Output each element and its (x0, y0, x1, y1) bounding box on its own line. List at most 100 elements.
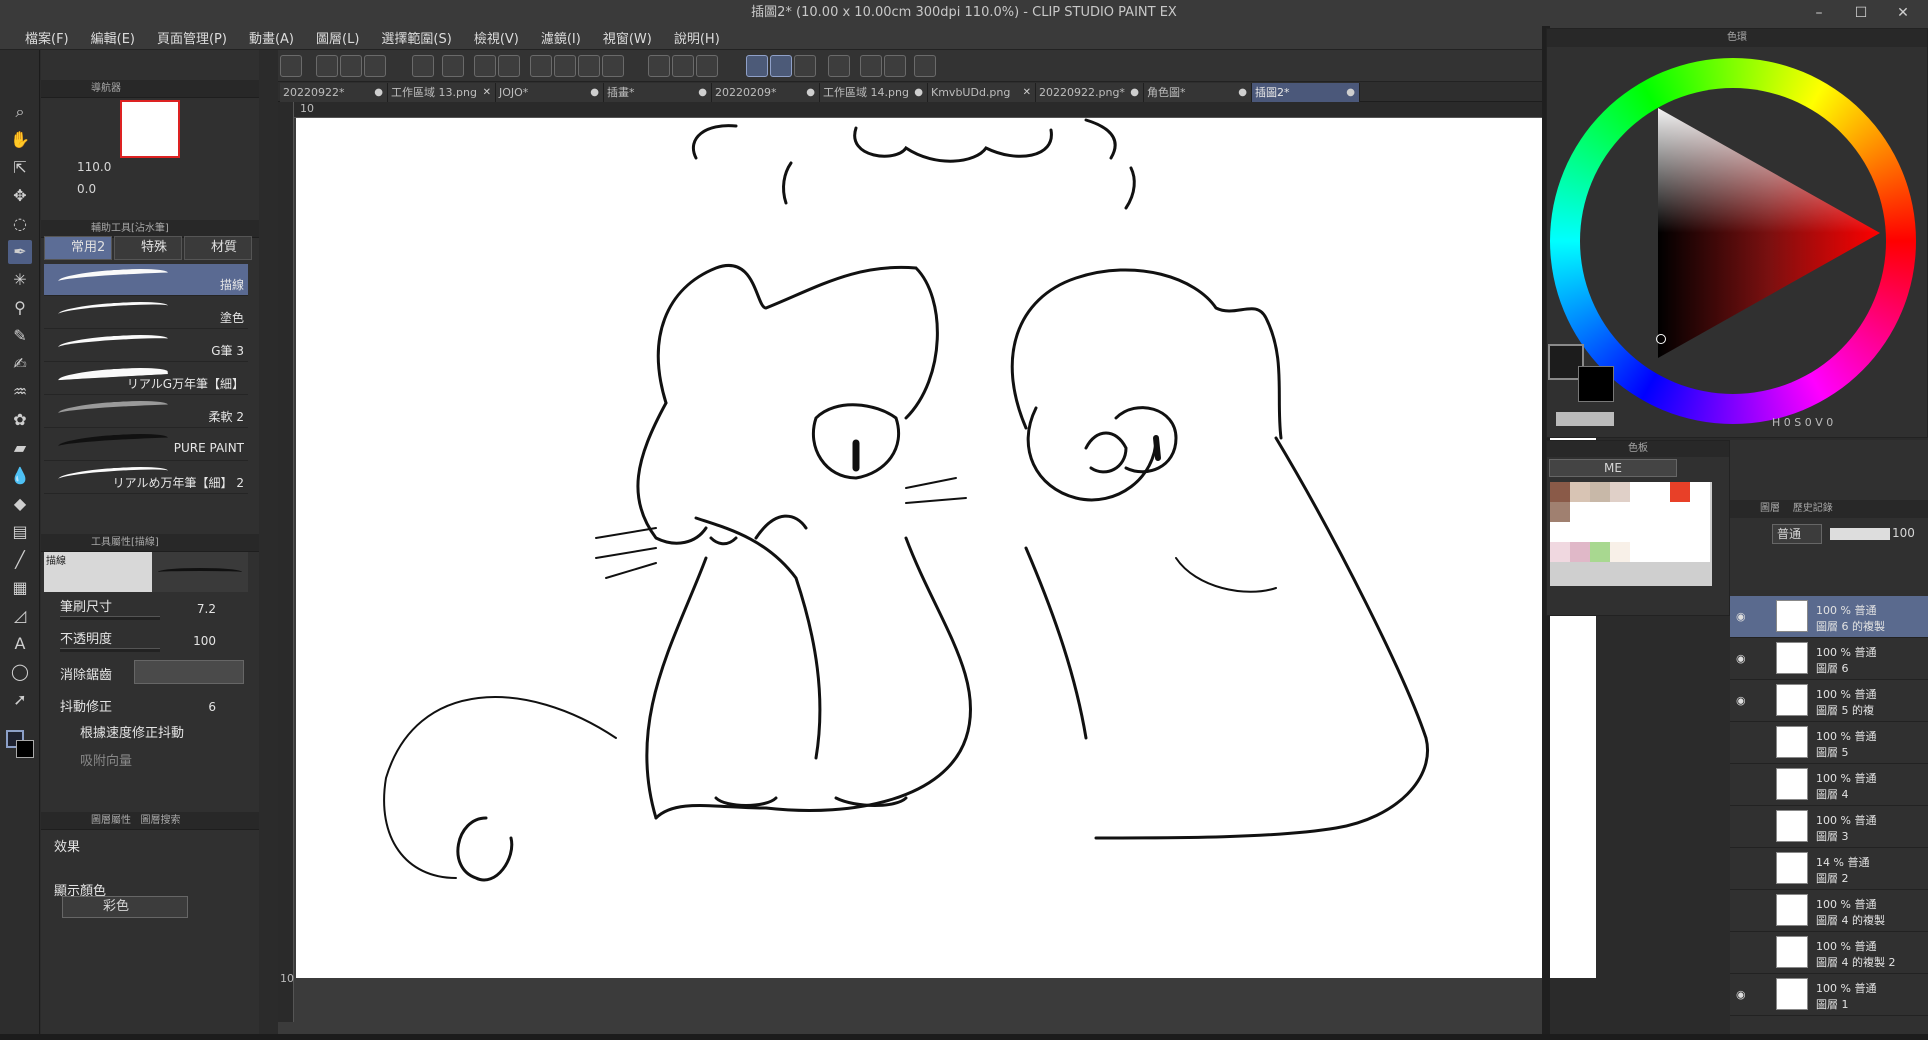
operation-tool-icon[interactable]: ⇱ (8, 156, 32, 180)
menu-help[interactable]: 說明(H) (663, 28, 731, 47)
layer-row[interactable]: 100 % 普通 圖層 4 的複製 (1730, 890, 1928, 932)
move-layer-tool-icon[interactable]: ✥ (8, 184, 32, 208)
visibility-eye-icon[interactable]: ◉ (1736, 652, 1746, 665)
open-file-icon[interactable] (340, 55, 362, 77)
app-icon[interactable] (280, 55, 302, 77)
color-swatch[interactable] (1610, 482, 1630, 502)
tab-close-icon[interactable]: ● (1130, 83, 1139, 102)
color-swatch[interactable] (1550, 542, 1570, 562)
tab-20220922[interactable]: 20220922* ● (280, 83, 388, 102)
menu-animation[interactable]: 動畫(A) (238, 28, 305, 47)
tab-close-icon[interactable]: ✕ (1023, 83, 1031, 102)
zoom-tool-icon[interactable]: ⌕ (8, 100, 32, 124)
color-swatch[interactable] (1630, 502, 1650, 522)
layer-row[interactable]: 100 % 普通 圖層 3 (1730, 806, 1928, 848)
color-swatch[interactable] (1670, 522, 1690, 542)
menu-file[interactable]: 檔案(F) (14, 28, 80, 47)
menu-selection[interactable]: 選擇範圍(S) (370, 28, 462, 47)
color-swatch[interactable] (1590, 522, 1610, 542)
auto-select-tool-icon[interactable]: ✳ (8, 268, 32, 292)
color-swatch[interactable] (1690, 542, 1710, 562)
sub-color-swatch[interactable] (1578, 366, 1614, 402)
tab-20220209[interactable]: 20220209* ● (712, 83, 820, 102)
tab-illustration-2[interactable]: 插圖2* ● (1252, 83, 1360, 102)
color-swatch[interactable] (1550, 522, 1570, 542)
figure-tool-icon[interactable]: ╱ (8, 548, 32, 572)
eraser-tool-icon[interactable]: ▰ (8, 436, 32, 460)
menu-view[interactable]: 檢視(V) (463, 28, 530, 47)
brush-item[interactable]: 描線 (44, 264, 248, 296)
gradient-tool-icon[interactable]: ▤ (8, 520, 32, 544)
blend-tool-icon[interactable]: 💧 (8, 464, 32, 488)
snap-ruler-icon[interactable] (746, 55, 768, 77)
transparent-color-swatch[interactable] (1556, 412, 1614, 426)
undo-icon[interactable] (474, 55, 496, 77)
color-swatch[interactable] (1590, 542, 1610, 562)
tab-close-icon[interactable]: ● (1346, 83, 1355, 102)
display-color-select[interactable]: 彩色 (62, 896, 188, 918)
brush-item[interactable]: 塗色 (44, 297, 248, 329)
fill-icon[interactable] (578, 55, 600, 77)
brush-item[interactable]: G筆 3 (44, 330, 248, 362)
tab-workspace-13[interactable]: 工作區域 13.png ✕ (388, 83, 496, 102)
color-swatch[interactable] (1610, 522, 1630, 542)
antialias-selector[interactable] (134, 660, 244, 684)
decoration-tool-icon[interactable]: ✿ (8, 408, 32, 432)
tab-close-icon[interactable]: ● (374, 83, 383, 102)
minimize-button[interactable]: – (1796, 0, 1842, 26)
visibility-eye-icon[interactable]: ◉ (1736, 694, 1746, 707)
brush-size-slider[interactable] (60, 616, 160, 620)
color-swatch[interactable] (1570, 542, 1590, 562)
fill-tool-icon[interactable]: ◆ (8, 492, 32, 516)
layer-row[interactable]: ◉ 100 % 普通 圖層 6 的複製 (1730, 596, 1928, 638)
layer-row[interactable]: 100 % 普通 圖層 5 (1730, 722, 1928, 764)
rotation-value[interactable]: 0.0 (77, 182, 257, 196)
zoom-value[interactable]: 110.0 (77, 160, 257, 174)
correct-line-tool-icon[interactable]: ➚ (8, 688, 32, 712)
color-swatch[interactable] (1610, 502, 1630, 522)
tab-illustration[interactable]: 插畫* ● (604, 83, 712, 102)
navigator-thumbnail[interactable] (120, 100, 180, 158)
tab-close-icon[interactable]: ● (806, 83, 815, 102)
balloon-tool-icon[interactable]: ◯ (8, 660, 32, 684)
png-icon[interactable] (884, 55, 906, 77)
airbrush-tool-icon[interactable]: ♒ (8, 380, 32, 404)
ruler-icon-2[interactable] (672, 55, 694, 77)
menu-page[interactable]: 頁面管理(P) (146, 28, 238, 47)
visibility-eye-icon[interactable]: ◉ (1736, 610, 1746, 623)
menu-window[interactable]: 視窗(W) (592, 28, 663, 47)
color-swatch[interactable] (1590, 502, 1610, 522)
layer-opacity-slider[interactable] (1830, 528, 1890, 540)
color-swatch[interactable] (1690, 502, 1710, 522)
hand-tool-icon[interactable]: ✋ (8, 128, 32, 152)
sub-color-swatch[interactable] (16, 740, 34, 758)
color-swatch[interactable] (1550, 502, 1570, 522)
ruler-icon[interactable] (648, 55, 670, 77)
color-swatch[interactable] (1650, 482, 1670, 502)
color-swatch[interactable] (1670, 542, 1690, 562)
color-swatch[interactable] (1570, 502, 1590, 522)
brush-size-value[interactable]: 7.2 (180, 602, 216, 616)
brush-item[interactable]: リアルめ万年筆【細】 2 (44, 462, 248, 494)
snap-special-ruler-icon[interactable] (770, 55, 792, 77)
color-swatch[interactable] (1650, 542, 1670, 562)
tab-close-icon[interactable]: ● (590, 83, 599, 102)
color-swatch[interactable] (1670, 502, 1690, 522)
transform-icon[interactable] (554, 55, 576, 77)
pencil-tool-icon[interactable]: ✎ (8, 324, 32, 348)
opacity-slider[interactable] (60, 648, 160, 652)
color-swatch[interactable] (1690, 482, 1710, 502)
color-swatch[interactable] (1650, 502, 1670, 522)
settings-icon[interactable] (914, 55, 936, 77)
color-swatch[interactable] (1630, 522, 1650, 542)
text-tool-icon[interactable]: A (8, 632, 32, 656)
export-jpg-icon[interactable] (442, 55, 464, 77)
tab-close-icon[interactable]: ● (1238, 83, 1247, 102)
ruler-tool-icon[interactable]: ◿ (8, 604, 32, 628)
pen-tool-icon[interactable]: ✒ (8, 240, 32, 264)
layer-opacity-value[interactable]: 100 (1892, 526, 1915, 540)
layer-row[interactable]: 100 % 普通 圖層 4 (1730, 764, 1928, 806)
crop-icon[interactable] (602, 55, 624, 77)
tab-character[interactable]: 角色圖* ● (1144, 83, 1252, 102)
close-window-button[interactable]: ✕ (1880, 0, 1926, 26)
